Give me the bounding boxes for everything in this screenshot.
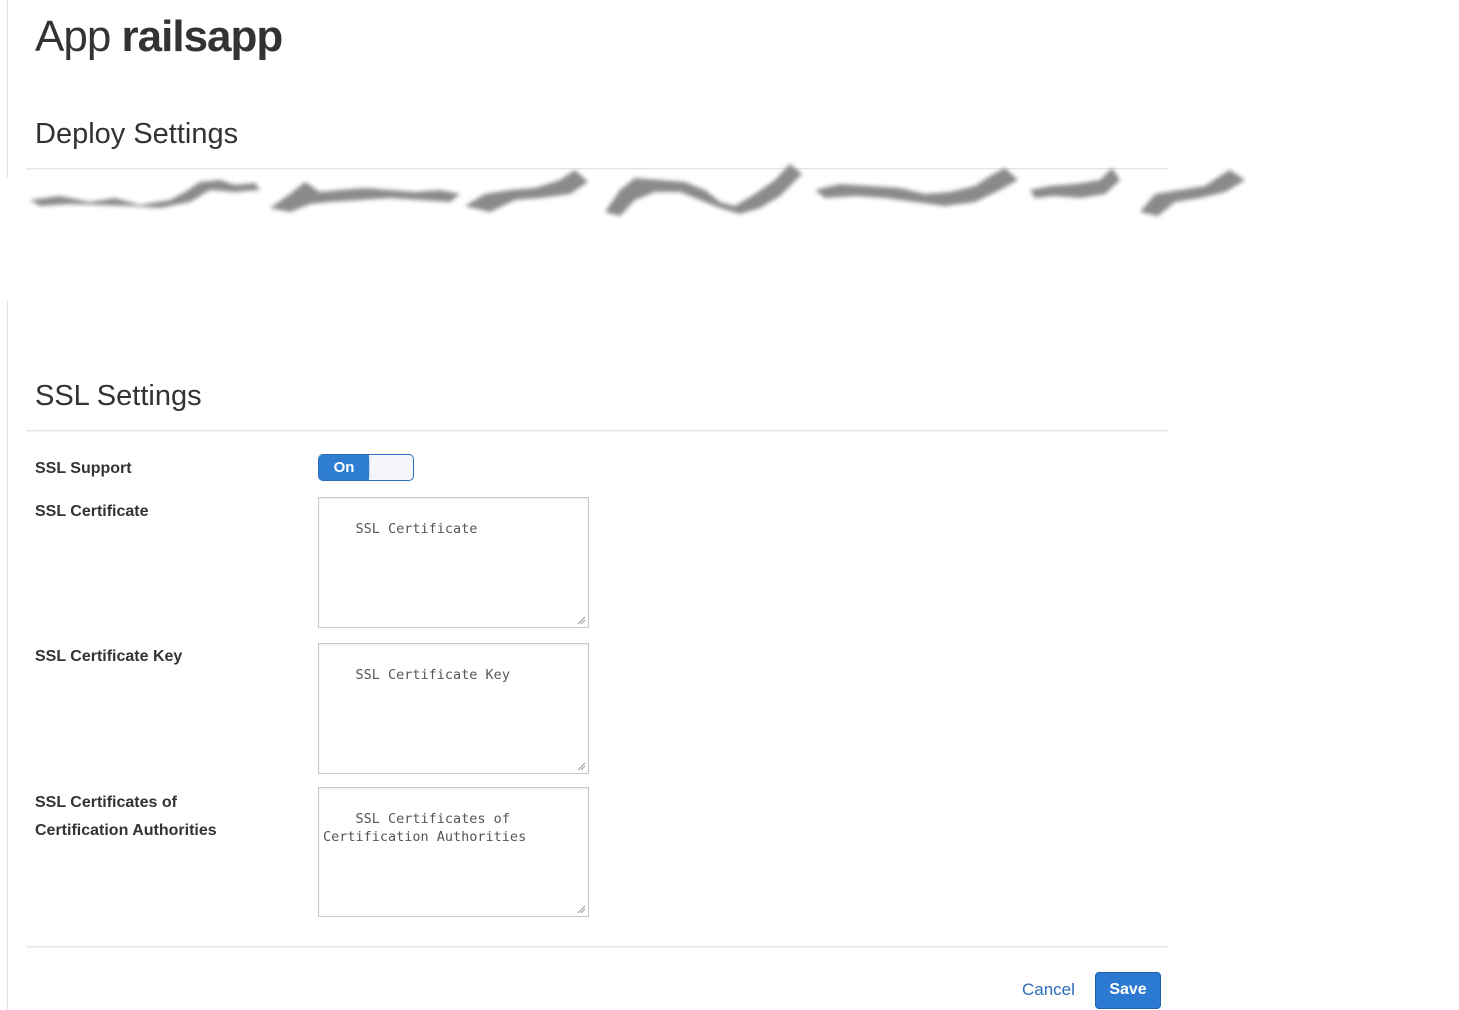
ssl-settings-heading: SSL Settings (35, 380, 202, 412)
cancel-button[interactable]: Cancel (1022, 980, 1075, 1000)
torn-edge-graphic (30, 164, 1245, 216)
ssl-certificate-key-textarea[interactable]: SSL Certificate Key (318, 643, 589, 774)
page-title-app-name: railsapp (121, 12, 284, 61)
ssl-support-toggle[interactable]: On (318, 454, 414, 481)
ssl-certificate-key-placeholder: SSL Certificate Key (355, 667, 510, 683)
ssl-certificate-textarea[interactable]: SSL Certificate (318, 497, 589, 628)
ssl-support-label: SSL Support (35, 460, 132, 477)
deploy-settings-heading: Deploy Settings (35, 118, 239, 150)
page-title: App railsapp (35, 12, 284, 62)
ssl-certificate-label: SSL Certificate (35, 503, 149, 520)
resize-grip-icon[interactable] (577, 905, 586, 914)
toggle-knob (369, 456, 413, 479)
ssl-ca-certificates-textarea[interactable]: SSL Certificates of Certification Author… (318, 787, 589, 917)
app-settings-page: App railsapp Deploy Settings SSL Setting… (0, 0, 1459, 1010)
ssl-certificate-key-label: SSL Certificate Key (35, 648, 183, 665)
ssl-ca-certificates-placeholder: SSL Certificates of Certification Author… (323, 811, 527, 845)
footer-divider (26, 946, 1168, 948)
toggle-on-label: On (319, 455, 369, 480)
resize-grip-icon[interactable] (577, 616, 586, 625)
ssl-certificate-placeholder: SSL Certificate (355, 521, 478, 537)
resize-grip-icon[interactable] (577, 762, 586, 771)
save-button[interactable]: Save (1095, 972, 1161, 1009)
ssl-ca-certificates-label: SSL Certificates of Certification Author… (35, 794, 217, 835)
page-title-prefix: App (35, 12, 111, 61)
left-border-line (7, 300, 8, 1010)
section-divider (26, 430, 1168, 432)
left-border-line (7, 0, 8, 178)
